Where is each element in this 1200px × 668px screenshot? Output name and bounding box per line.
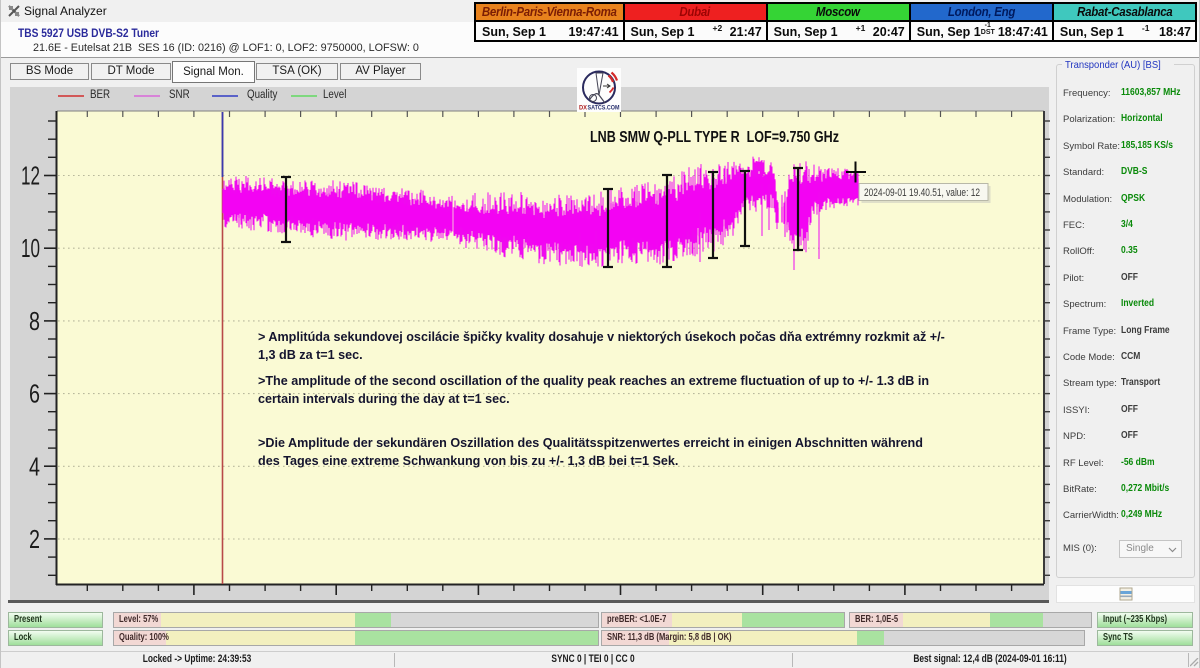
svg-text:2: 2 [29, 524, 40, 554]
svg-text:>Die Amplitude der sekundären: >Die Amplitude der sekundären Oszillatio… [258, 436, 923, 450]
svg-text:SATCS.COM: SATCS.COM [588, 105, 620, 112]
svg-text:4: 4 [29, 451, 40, 481]
svg-text:LNB SMW Q-PLL TYPE R LOF=9.75: LNB SMW Q-PLL TYPE R LOF=9.750 GHz [590, 129, 839, 146]
svg-text:des Tages eine extreme Schwank: des Tages eine extreme Schwankung von bi… [258, 454, 678, 468]
svg-text:12: 12 [21, 161, 40, 191]
svg-text:certain intervals during the d: certain intervals during the day at t=1 … [258, 392, 510, 406]
svg-text:>The amplitude of the second o: >The amplitude of the second oscillation… [258, 374, 929, 388]
svg-text:2024-09-01 19.40.51, value: 12: 2024-09-01 19.40.51, value: 12 [864, 187, 980, 199]
svg-text:8: 8 [29, 306, 40, 336]
svg-text:> Amplitúda sekundovej oscilác: > Amplitúda sekundovej oscilácie špičky … [258, 330, 945, 344]
svg-text:1,3 dB za t=1 sec.: 1,3 dB za t=1 sec. [258, 348, 363, 362]
svg-text:6: 6 [29, 379, 40, 409]
svg-text:DX: DX [579, 105, 588, 112]
svg-text:10: 10 [21, 233, 40, 263]
